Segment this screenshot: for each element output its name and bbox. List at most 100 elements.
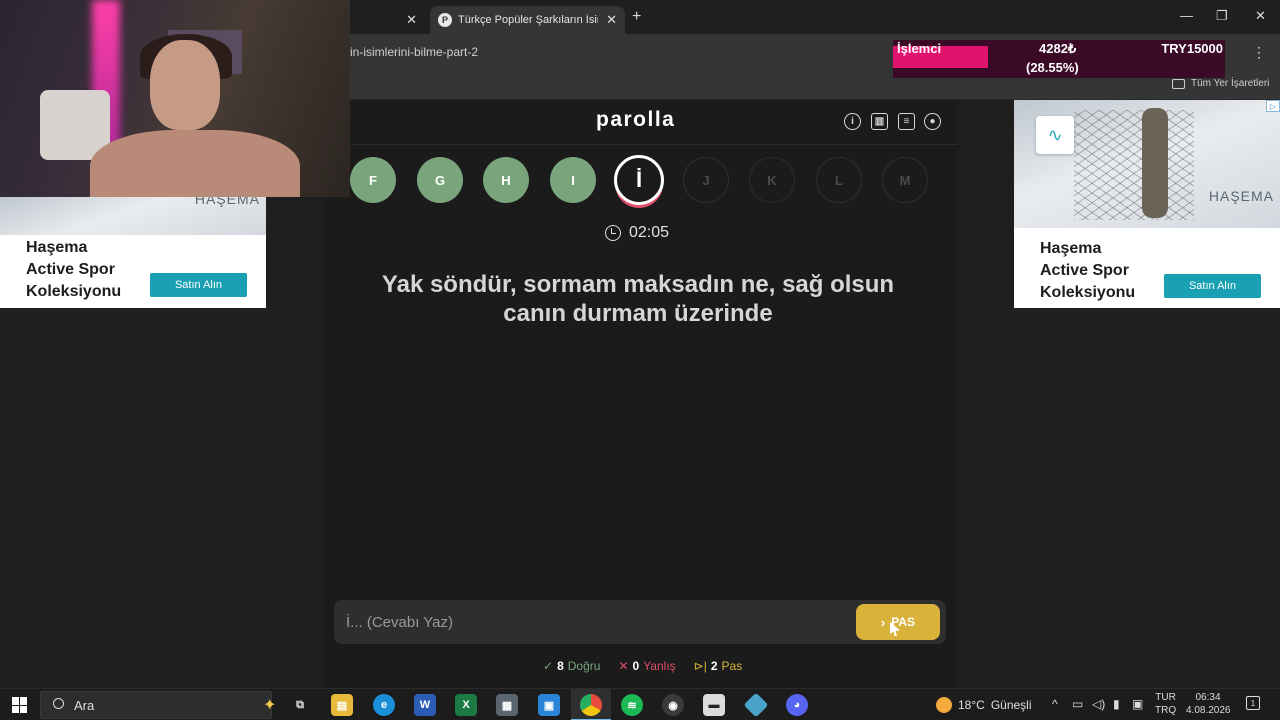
answer-bar: › PAS	[334, 600, 946, 644]
store-icon[interactable]: ▣	[538, 694, 560, 716]
ad-player-figure	[1142, 108, 1168, 218]
x-icon: ✕	[618, 659, 629, 673]
info-icon[interactable]: i	[844, 113, 861, 130]
pass-stat: ⊳| 2 Pas	[694, 659, 743, 673]
microphone-icon[interactable]: ▮	[1113, 697, 1120, 711]
user-icon[interactable]: ●	[924, 113, 941, 130]
menu-kebab-icon[interactable]: ⋮	[1252, 44, 1266, 61]
spotify-icon[interactable]: ≋	[621, 694, 643, 716]
goal-total: TRY15000	[1161, 41, 1223, 56]
letter-circle: L	[816, 157, 862, 203]
browser-tab-active[interactable]: P Türkçe Popüler Şarkıların İsimleri ✕	[430, 6, 625, 34]
ad-headline: Haşema Active Spor Koleksiyonu	[1040, 240, 1136, 301]
page-gutter-right	[958, 100, 1014, 688]
pass-count: 2	[710, 659, 718, 673]
window-close-icon[interactable]: ✕	[1255, 8, 1266, 24]
stats-icon[interactable]: ▥	[871, 113, 888, 130]
ad-banner-left[interactable]: HAŞEMA Haşema Active Spor Koleksiyonu Sa…	[0, 197, 266, 308]
letter-circle: I	[550, 157, 596, 203]
url-text[interactable]: in-isimlerini-bilme-part-2	[350, 45, 478, 59]
wrong-count: 0	[632, 659, 640, 673]
close-tab-icon[interactable]: ✕	[406, 12, 417, 28]
taskbar-search[interactable]: Ara ✦	[40, 691, 276, 719]
app2-icon[interactable]	[743, 692, 769, 718]
brand-logo[interactable]: parolla	[596, 108, 675, 132]
answer-input[interactable]	[334, 600, 854, 644]
input-language[interactable]: TUR TRQ	[1155, 691, 1176, 717]
clock-time: 06:34	[1195, 692, 1221, 703]
webcam-overlay	[0, 0, 350, 197]
wrong-stat: ✕ 0 Yanlış	[618, 659, 675, 673]
stream-goal-overlay: İşlemci 4282₺ (28.55%) TRY15000	[893, 40, 1225, 78]
volume-icon[interactable]: ◁)	[1092, 697, 1105, 711]
goal-label: İşlemci	[897, 41, 942, 56]
network-icon[interactable]: ▣	[1132, 697, 1143, 711]
copilot-sparkle-icon: ✦	[263, 697, 277, 714]
timer: 02:05	[605, 224, 669, 242]
skip-icon: ⊳|	[693, 659, 707, 673]
letter-circle: K	[749, 157, 795, 203]
letter-circle: M	[882, 157, 928, 203]
goal-price: 4282₺	[1039, 41, 1077, 56]
tab-title: Türkçe Popüler Şarkıların İsimleri	[458, 14, 598, 26]
correct-count: 8	[557, 659, 564, 673]
app-icon[interactable]: ▬	[703, 694, 725, 716]
new-tab-icon[interactable]: +	[632, 8, 641, 26]
pass-button[interactable]: › PAS	[856, 604, 940, 640]
letter-circle: G	[417, 157, 463, 203]
ad-photo: ∿	[1014, 100, 1280, 228]
chrome-icon[interactable]	[580, 694, 602, 716]
wrong-label: Yanlış	[643, 659, 676, 673]
letter-circle: J	[683, 157, 729, 203]
clock-date: 4.08.2026	[1186, 705, 1231, 716]
adchoices-icon[interactable]: ▷	[1266, 100, 1280, 112]
close-tab-icon[interactable]: ✕	[606, 12, 617, 28]
excel-icon[interactable]: X	[455, 694, 477, 716]
chevron-right-icon: ›	[880, 614, 886, 630]
browser-tab-inactive[interactable]: ✕	[350, 6, 425, 34]
task-view-icon[interactable]: ⧉	[289, 694, 311, 716]
system-clock[interactable]: 06:34 4.08.2026	[1186, 691, 1231, 717]
maximize-icon[interactable]: ❐	[1216, 8, 1228, 24]
ad-brandmark: HAŞEMA	[194, 197, 260, 207]
check-icon: ✓	[543, 659, 554, 673]
ad-headline: Haşema Active Spor Koleksiyonu	[26, 239, 122, 300]
clock-icon	[605, 225, 621, 241]
question-text: Yak söndür, sormam maksadın ne, sağ olsu…	[381, 271, 895, 327]
minimize-icon[interactable]: —	[1180, 8, 1193, 23]
notification-icon[interactable]: 1	[1246, 696, 1260, 710]
all-bookmarks-button[interactable]: Tüm Yer İşaretleri	[1172, 78, 1269, 89]
edge-icon[interactable]: e	[373, 694, 395, 716]
letter-circle: H	[483, 157, 529, 203]
word-icon[interactable]: W	[414, 694, 436, 716]
weather-temp: 18°C	[958, 698, 985, 712]
discord-icon[interactable]: ◕	[786, 694, 808, 716]
correct-label: Doğru	[567, 659, 601, 673]
folder-icon	[1172, 78, 1185, 89]
letter-circle: F	[350, 157, 396, 203]
goal-percent: (28.55%)	[1026, 60, 1079, 75]
ad-cta-button[interactable]: Satın Alın	[1164, 274, 1261, 298]
score-summary: ✓ 8 Doğru ✕ 0 Yanlış ⊳| 2 Pas	[543, 659, 742, 673]
tray-chevron-up-icon[interactable]: ^	[1052, 697, 1058, 711]
file-explorer-icon[interactable]: ▤	[331, 694, 353, 716]
ad-cta-button[interactable]: Satın Alın	[150, 273, 247, 297]
letter-circle: İ	[614, 155, 664, 205]
battery-icon[interactable]: ▭	[1072, 697, 1083, 711]
timer-value: 02:05	[629, 224, 670, 241]
lang-bottom: TRQ	[1155, 705, 1177, 716]
weather-widget[interactable]: 18°C Güneşli	[936, 697, 1032, 713]
obs-icon[interactable]: ◉	[662, 694, 684, 716]
taskbar: Ara ✦ ⧉ ▤ e W X ▦ ▣ ≋ ◉ ▬ ◕ 18°C Güneşli…	[0, 688, 1280, 720]
ad-banner-right[interactable]: ∿ HAŞEMA Haşema Active Spor Koleksiyonu …	[1014, 100, 1280, 308]
all-bookmarks-label: Tüm Yer İşaretleri	[1191, 78, 1270, 89]
search-icon	[53, 698, 64, 709]
weather-desc: Güneşli	[990, 698, 1032, 712]
ad-brandmark: HAŞEMA	[1208, 188, 1274, 204]
chat-icon[interactable]: ≡	[898, 113, 915, 130]
calculator-icon[interactable]: ▦	[496, 694, 518, 716]
windows-start-icon[interactable]	[12, 697, 28, 713]
header-divider	[322, 144, 958, 145]
pass-label: Pas	[721, 659, 743, 673]
volleyball-net	[1074, 110, 1194, 220]
